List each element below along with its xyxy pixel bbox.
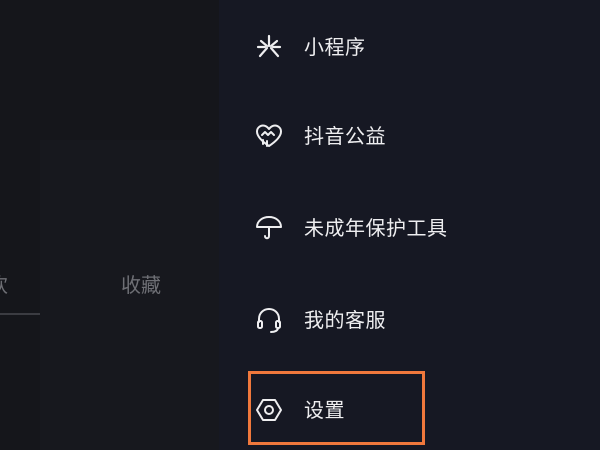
background-tab-underline bbox=[0, 313, 40, 315]
menu-item-label: 未成年保护工具 bbox=[304, 216, 448, 240]
screen: 欢 收藏 小程序 bbox=[0, 0, 600, 450]
heart-icon bbox=[253, 120, 285, 152]
side-drawer-menu: 小程序 抖音公益 未成年保护工具 我的客服 设置 bbox=[219, 0, 600, 450]
menu-item-label: 小程序 bbox=[304, 35, 366, 59]
headset-icon bbox=[253, 304, 285, 336]
menu-item-label: 设置 bbox=[304, 398, 345, 422]
menu-item-label: 我的客服 bbox=[304, 308, 386, 332]
menu-item-customer-service[interactable]: 我的客服 bbox=[253, 297, 583, 343]
menu-item-mini-programs[interactable]: 小程序 bbox=[253, 24, 583, 70]
menu-item-label: 抖音公益 bbox=[304, 124, 386, 148]
background-tab-likes: 欢 bbox=[0, 272, 8, 298]
background-profile-page: 欢 收藏 bbox=[0, 0, 219, 450]
menu-item-charity[interactable]: 抖音公益 bbox=[253, 113, 583, 159]
background-tab-favorites: 收藏 bbox=[121, 273, 161, 297]
asterisk-icon bbox=[253, 31, 285, 63]
umbrella-icon bbox=[253, 212, 285, 244]
hexagon-gear-icon bbox=[253, 394, 285, 426]
menu-item-settings[interactable]: 设置 bbox=[253, 387, 583, 433]
menu-item-minor-protection[interactable]: 未成年保护工具 bbox=[253, 205, 583, 251]
